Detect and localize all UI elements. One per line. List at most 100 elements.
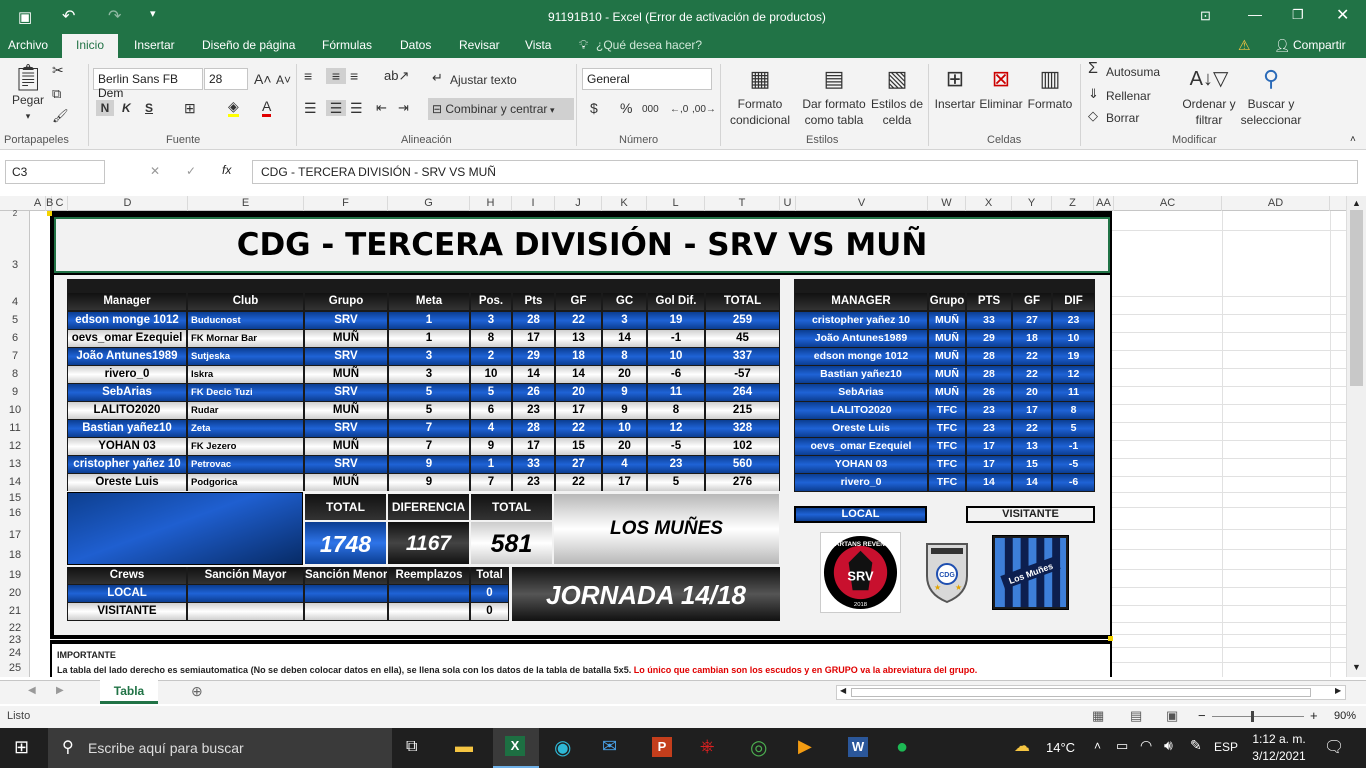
powerpoint-icon[interactable]: P: [652, 737, 672, 757]
ranking-cell[interactable]: 27: [1013, 312, 1051, 329]
share-button[interactable]: Compartir: [1293, 38, 1346, 52]
italic-icon[interactable]: K: [122, 100, 131, 116]
excel-taskbar-button[interactable]: X: [493, 728, 539, 768]
ranking-cell[interactable]: 15: [1013, 456, 1051, 473]
close-icon[interactable]: ✕: [1336, 5, 1349, 25]
row-header[interactable]: 21: [0, 605, 30, 617]
main-table-cell[interactable]: 8: [471, 330, 511, 347]
manager-cell[interactable]: João Antunes1989: [68, 348, 186, 365]
ranking-cell[interactable]: 23: [967, 420, 1011, 437]
task-view-icon[interactable]: ⧉: [406, 738, 417, 756]
tab-formulas[interactable]: Fórmulas: [322, 38, 372, 52]
confirm-entry-icon[interactable]: ✓: [186, 164, 196, 178]
main-table-cell[interactable]: 7: [471, 474, 511, 491]
col-header[interactable]: F: [304, 196, 388, 211]
main-table-cell[interactable]: Petrovac: [188, 456, 303, 473]
main-table-cell[interactable]: 102: [706, 438, 779, 455]
sort-filter-button[interactable]: A↓▽ Ordenar y filtrar: [1178, 62, 1240, 128]
ranking-cell[interactable]: 18: [1013, 330, 1051, 347]
percent-icon[interactable]: %: [620, 100, 632, 116]
delete-cells-button[interactable]: ⊠ Eliminar: [978, 62, 1024, 112]
insert-function-icon[interactable]: fx: [222, 163, 231, 177]
row-header[interactable]: 16: [0, 507, 30, 519]
tab-insertar[interactable]: Insertar: [134, 38, 175, 52]
font-color-icon[interactable]: A: [262, 98, 272, 117]
main-table-cell[interactable]: 14: [556, 366, 601, 383]
wifi-icon[interactable]: ◠: [1140, 737, 1152, 754]
main-table-cell[interactable]: 23: [513, 402, 554, 419]
scroll-up-icon[interactable]: ▲: [1352, 198, 1361, 208]
zoom-out-icon[interactable]: −: [1198, 708, 1206, 723]
ranking-cell[interactable]: TFC: [929, 438, 965, 455]
vertical-scrollbar[interactable]: ▲ ▼: [1346, 196, 1366, 677]
bold-icon[interactable]: N: [96, 100, 114, 116]
ranking-cell[interactable]: LALITO2020: [795, 402, 927, 419]
page-layout-icon[interactable]: ▤: [1130, 708, 1142, 724]
main-table-cell[interactable]: 1: [389, 312, 469, 329]
ranking-cell[interactable]: 14: [1013, 474, 1051, 491]
main-table-cell[interactable]: MUÑ: [305, 330, 387, 347]
main-table-cell[interactable]: 22: [556, 474, 601, 491]
ranking-cell[interactable]: 22: [1013, 348, 1051, 365]
main-table-cell[interactable]: MUÑ: [305, 438, 387, 455]
row-header[interactable]: 18: [0, 549, 30, 561]
row-header[interactable]: 20: [0, 587, 30, 599]
row-header[interactable]: 10: [0, 404, 30, 416]
col-header[interactable]: A: [30, 196, 46, 211]
row-header[interactable]: 3: [0, 259, 30, 271]
ranking-cell[interactable]: 23: [1053, 312, 1094, 329]
tab-vista[interactable]: Vista: [525, 38, 551, 52]
col-header[interactable]: K: [602, 196, 647, 211]
main-table-cell[interactable]: 560: [706, 456, 779, 473]
decrease-decimal-icon[interactable]: ,00→: [692, 102, 716, 118]
align-center-icon[interactable]: ☰: [326, 100, 346, 116]
merge-center-button[interactable]: ⊟ Combinar y centrar ▾: [428, 98, 574, 120]
col-header[interactable]: G: [388, 196, 470, 211]
orientation-icon[interactable]: ab↗: [384, 68, 409, 84]
windows-start-icon[interactable]: ⊞: [14, 737, 29, 758]
col-header[interactable]: E: [188, 196, 304, 211]
zoom-slider[interactable]: [1212, 716, 1304, 717]
main-table-cell[interactable]: 4: [471, 420, 511, 437]
main-table-cell[interactable]: 20: [603, 438, 646, 455]
maximize-icon[interactable]: ❐: [1292, 7, 1304, 23]
tray-up-icon[interactable]: ˄: [1094, 739, 1101, 753]
ranking-cell[interactable]: 11: [1053, 384, 1094, 401]
main-table-cell[interactable]: 19: [648, 312, 704, 329]
number-format-select[interactable]: General: [582, 68, 712, 90]
main-table-cell[interactable]: 1: [471, 456, 511, 473]
collapse-ribbon-icon[interactable]: ˄: [1350, 134, 1356, 145]
main-table-cell[interactable]: 8: [648, 402, 704, 419]
file-explorer-icon[interactable]: ▬: [455, 736, 473, 757]
main-table-cell[interactable]: 3: [603, 312, 646, 329]
main-table-cell[interactable]: Zeta: [188, 420, 303, 437]
main-table-cell[interactable]: 8: [603, 348, 646, 365]
language-indicator[interactable]: ESP: [1214, 740, 1238, 754]
ranking-cell[interactable]: YOHAN 03: [795, 456, 927, 473]
main-table-cell[interactable]: 5: [389, 402, 469, 419]
tab-archivo[interactable]: Archivo: [8, 38, 48, 52]
ranking-cell[interactable]: 17: [967, 456, 1011, 473]
col-header[interactable]: I: [512, 196, 555, 211]
col-header[interactable]: V: [796, 196, 928, 211]
manager-cell[interactable]: oevs_omar Ezequiel: [68, 330, 186, 347]
manager-cell[interactable]: Oreste Luis: [68, 474, 186, 491]
ranking-cell[interactable]: 29: [967, 330, 1011, 347]
ranking-cell[interactable]: 26: [967, 384, 1011, 401]
main-table-cell[interactable]: SRV: [305, 456, 387, 473]
ranking-cell[interactable]: Bastian yañez10: [795, 366, 927, 383]
ranking-cell[interactable]: 17: [1013, 402, 1051, 419]
col-header[interactable]: Z: [1052, 196, 1094, 211]
save-icon[interactable]: ▣: [18, 8, 32, 26]
ranking-cell[interactable]: cristopher yañez 10: [795, 312, 927, 329]
font-size-select[interactable]: 28: [204, 68, 248, 90]
col-header[interactable]: J: [555, 196, 602, 211]
main-table-cell[interactable]: 5: [471, 384, 511, 401]
main-table-cell[interactable]: SRV: [305, 384, 387, 401]
temperature[interactable]: 14°C: [1046, 740, 1075, 755]
main-table-cell[interactable]: 264: [706, 384, 779, 401]
borders-icon[interactable]: ⊞: [184, 100, 196, 116]
crews-cell[interactable]: [188, 603, 303, 620]
tab-diseno-pagina[interactable]: Diseño de página: [202, 38, 295, 52]
row-header[interactable]: 14: [0, 476, 30, 488]
